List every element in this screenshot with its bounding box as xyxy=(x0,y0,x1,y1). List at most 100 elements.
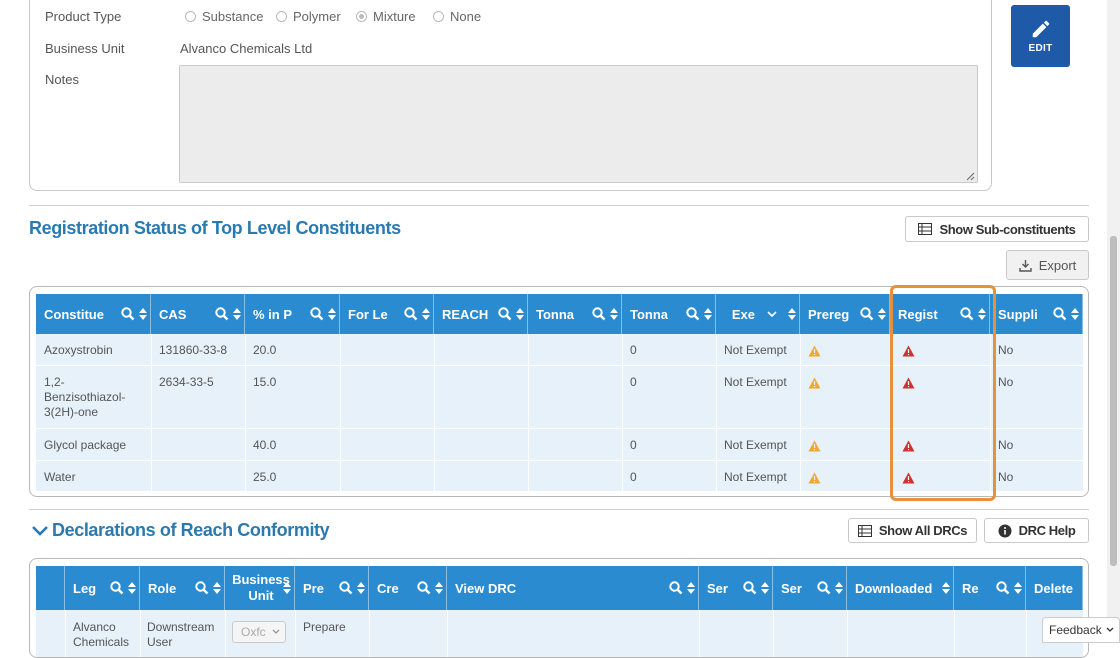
sort-icon[interactable] xyxy=(687,582,695,594)
column-header[interactable]: View DRC xyxy=(447,566,699,610)
sort-icon[interactable] xyxy=(835,582,843,594)
sort-icon[interactable] xyxy=(435,582,443,594)
sort-icon[interactable] xyxy=(128,582,136,594)
tonnage-value: 0 xyxy=(630,343,637,357)
column-header[interactable]: Re xyxy=(954,566,1026,610)
drc-help-button[interactable]: DRC Help xyxy=(984,518,1089,543)
sort-icon[interactable] xyxy=(788,308,796,320)
declarations-table-body: Alvanco Chemicals Downstream User Oxfc Prepar… xyxy=(36,610,1083,657)
column-header-label: Re xyxy=(962,580,979,596)
sort-icon[interactable] xyxy=(328,308,336,320)
column-header[interactable]: CAS xyxy=(151,294,245,334)
column-header[interactable]: Cre xyxy=(369,566,447,610)
radio-mixture[interactable]: Mixture xyxy=(356,9,416,24)
column-header[interactable]: For Le xyxy=(340,294,434,334)
sort-icon[interactable] xyxy=(942,582,950,594)
radio-substance[interactable]: Substance xyxy=(185,9,263,24)
column-header[interactable]: % in P xyxy=(245,294,340,334)
search-icon[interactable] xyxy=(860,307,874,321)
search-icon[interactable] xyxy=(215,307,229,321)
exempt-status: Not Exempt xyxy=(724,343,787,357)
radio-none[interactable]: None xyxy=(433,9,481,24)
search-icon[interactable] xyxy=(310,307,324,321)
search-icon[interactable] xyxy=(417,581,431,595)
column-header-label: Ser xyxy=(781,580,802,596)
scrollbar-thumb[interactable] xyxy=(1110,236,1117,566)
sort-icon[interactable] xyxy=(610,308,618,320)
notes-textarea[interactable] xyxy=(179,65,978,183)
search-icon[interactable] xyxy=(669,581,683,595)
column-divider xyxy=(295,610,296,657)
search-icon[interactable] xyxy=(996,581,1010,595)
sort-icon[interactable] xyxy=(283,582,291,594)
column-header[interactable]: REACH xyxy=(434,294,528,334)
column-header[interactable]: Business Unit xyxy=(225,566,295,610)
column-header[interactable]: Suppli xyxy=(990,294,1083,334)
cell-line: Alvanco xyxy=(73,620,116,634)
search-icon[interactable] xyxy=(195,581,209,595)
chevron-down-icon[interactable] xyxy=(767,310,777,318)
cas-number: 131860-33-8 xyxy=(159,343,228,357)
feedback-button[interactable]: Feedback xyxy=(1042,617,1120,643)
supplier-status: No xyxy=(998,343,1014,357)
column-header-label: Constitue xyxy=(44,306,104,322)
column-header[interactable]: Leg xyxy=(65,566,140,610)
column-divider xyxy=(65,610,66,657)
column-header[interactable]: Pre xyxy=(295,566,369,610)
column-header[interactable]: Exe xyxy=(716,294,800,334)
search-icon[interactable] xyxy=(121,307,135,321)
search-icon[interactable] xyxy=(592,307,606,321)
radio-circle xyxy=(276,11,287,22)
chevron-down-icon[interactable] xyxy=(31,524,49,538)
search-icon[interactable] xyxy=(817,581,831,595)
column-header-label: Tonna xyxy=(630,306,669,322)
column-header[interactable]: Downloaded xyxy=(847,566,954,610)
search-icon[interactable] xyxy=(339,581,353,595)
column-header[interactable]: Tonna xyxy=(528,294,622,334)
export-button[interactable]: Export xyxy=(1006,250,1089,280)
sort-icon[interactable] xyxy=(213,582,221,594)
business-unit-select[interactable]: Oxfc xyxy=(232,621,286,643)
search-icon[interactable] xyxy=(1053,307,1067,321)
sort-icon[interactable] xyxy=(878,308,886,320)
show-sub-constituents-button[interactable]: Show Sub-constituents xyxy=(905,216,1089,242)
column-header[interactable]: Delete xyxy=(1026,566,1083,610)
column-header[interactable]: Role xyxy=(140,566,225,610)
column-divider xyxy=(699,610,700,657)
sort-icon[interactable] xyxy=(139,308,147,320)
sort-icon[interactable] xyxy=(704,308,712,320)
sort-icon[interactable] xyxy=(761,582,769,594)
resize-handle-icon[interactable] xyxy=(966,172,975,181)
column-header[interactable]: Constitue xyxy=(36,294,151,334)
sort-icon[interactable] xyxy=(233,308,241,320)
search-icon[interactable] xyxy=(686,307,700,321)
column-divider xyxy=(225,610,226,657)
constituent-name-line: Water xyxy=(44,470,76,484)
column-header-label: Suppli xyxy=(998,306,1038,322)
page-scrollbar[interactable] xyxy=(1107,0,1120,641)
column-header[interactable]: Ser xyxy=(699,566,773,610)
sort-icon[interactable] xyxy=(422,308,430,320)
exempt-status: Not Exempt xyxy=(724,375,787,389)
search-icon[interactable] xyxy=(404,307,418,321)
constituent-name: Glycol package xyxy=(44,438,126,453)
sort-icon[interactable] xyxy=(1014,582,1022,594)
search-icon[interactable] xyxy=(498,307,512,321)
radio-circle-selected xyxy=(356,11,367,22)
sort-icon[interactable] xyxy=(1071,308,1079,320)
sort-icon[interactable] xyxy=(357,582,365,594)
radio-polymer[interactable]: Polymer xyxy=(276,9,341,24)
search-icon[interactable] xyxy=(110,581,124,595)
search-icon[interactable] xyxy=(743,581,757,595)
column-header[interactable]: Prereg xyxy=(800,294,890,334)
sort-icon[interactable] xyxy=(516,308,524,320)
cas-number: 2634-33-5 xyxy=(159,375,214,389)
download-icon xyxy=(1019,259,1032,272)
column-header[interactable]: Ser xyxy=(773,566,847,610)
column-header[interactable]: Tonna xyxy=(622,294,716,334)
show-all-drcs-button[interactable]: Show All DRCs xyxy=(848,518,977,543)
column-header-label: Prereg xyxy=(808,306,850,322)
warning-icon xyxy=(808,377,821,389)
cell-line: User xyxy=(147,635,173,649)
edit-button[interactable]: EDIT xyxy=(1011,5,1070,67)
